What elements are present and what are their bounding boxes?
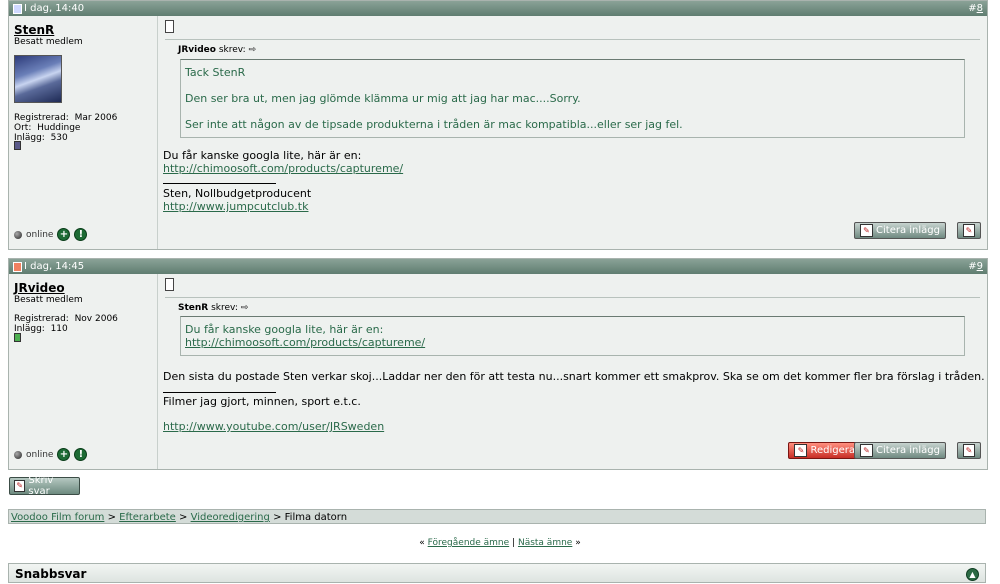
user-registered: Registrerad: Mar 2006 (14, 113, 118, 123)
breadcrumb: Voodoo Film forum > Efterarbete > Videor… (8, 509, 986, 524)
quote-line: Tack StenR (185, 66, 246, 79)
multiquote-button[interactable]: ✎ (957, 222, 981, 239)
signature-link[interactable]: http://www.youtube.com/user/JRSweden (163, 420, 384, 433)
user-title: Besatt medlem (14, 37, 83, 47)
view-post-icon[interactable]: ⇨ (241, 303, 249, 313)
quote-line: Du får kanske googla lite, här är en: (185, 323, 384, 336)
reply-icon: ✎ (14, 480, 26, 492)
online-dot-icon (14, 450, 22, 459)
username-link[interactable]: StenR (14, 23, 54, 37)
online-status: online + ! (14, 448, 88, 461)
breadcrumb-link[interactable]: Efterarbete (119, 512, 176, 523)
message-icon (165, 20, 174, 33)
post-number-link[interactable]: 8 (977, 3, 983, 14)
quote-box: Du får kanske googla lite, här är en: ht… (180, 316, 965, 356)
multiquote-icon: ✎ (963, 224, 975, 237)
view-post-icon[interactable]: ⇨ (249, 45, 257, 55)
user-info: JRvideo Besatt medlem Registrerad: Nov 2… (9, 274, 158, 469)
add-contact-icon[interactable]: + (57, 448, 71, 461)
breadcrumb-link[interactable]: Voodoo Film forum (11, 512, 104, 523)
divider (165, 297, 980, 298)
user-registered: Registrerad: Nov 2006 (14, 314, 118, 324)
post-status-icon (13, 4, 22, 14)
quote-header: StenR skrev: ⇨ (178, 303, 249, 313)
add-contact-icon[interactable]: + (57, 228, 71, 241)
message-text: Du får kanske googla lite, här är en: (163, 149, 362, 162)
quote-icon: ✎ (860, 224, 874, 237)
edit-post-button[interactable]: ✎ Redigera (788, 442, 861, 459)
message-link[interactable]: http://chimoosoft.com/products/captureme… (163, 162, 403, 175)
quick-reply-header: Snabbsvar ▲ (8, 563, 986, 583)
online-status: online + ! (14, 228, 88, 241)
previous-thread-link[interactable]: Föregående ämne (428, 538, 510, 548)
signature-link[interactable]: http://www.jumpcutclub.tk (163, 200, 308, 213)
divider (165, 39, 980, 40)
quote-header: JRvideo skrev: ⇨ (178, 45, 257, 55)
quote-box: Tack StenR Den ser bra ut, men jag glömd… (180, 59, 965, 138)
username-link[interactable]: JRvideo (14, 281, 65, 295)
avatar[interactable] (14, 55, 62, 103)
post-message: JRvideo skrev: ⇨ Tack StenR Den ser bra … (158, 16, 987, 249)
multiquote-icon: ✎ (963, 444, 975, 457)
report-icon[interactable]: ! (74, 448, 88, 461)
signature-divider (163, 392, 276, 393)
message-icon (165, 278, 174, 291)
post-8: I dag, 14:40 #8 StenR Besatt medlem Regi… (8, 0, 988, 250)
quote-line: Ser inte att någon av de tipsade produkt… (185, 118, 683, 131)
post-number: #9 (968, 261, 983, 272)
online-dot-icon (14, 230, 22, 239)
signature-text: Filmer jag gjort, minnen, sport e.t.c. (163, 395, 361, 408)
user-post-count: Inlägg: 530 (14, 133, 68, 143)
user-title: Besatt medlem (14, 295, 83, 305)
next-thread-link[interactable]: Nästa ämne (518, 538, 572, 548)
reputation-icon (14, 141, 21, 150)
post-header: I dag, 14:45 #9 (9, 259, 987, 274)
breadcrumb-link[interactable]: Videoredigering (191, 512, 270, 523)
signature-divider (163, 183, 276, 184)
user-location: Ort: Huddinge (14, 123, 81, 133)
breadcrumb-current: Filma datorn (284, 512, 348, 523)
post-date: I dag, 14:45 (24, 261, 85, 272)
post-number-link[interactable]: 9 (977, 261, 983, 272)
post-date: I dag, 14:40 (24, 3, 85, 14)
quote-icon: ✎ (860, 444, 874, 457)
signature-text: Sten, Nollbudgetproducent (163, 187, 312, 200)
quote-post-button[interactable]: ✎ Citera inlägg (854, 442, 946, 459)
quote-link[interactable]: http://chimoosoft.com/products/captureme… (185, 336, 425, 349)
report-icon[interactable]: ! (74, 228, 88, 241)
edit-icon: ✎ (794, 444, 808, 457)
user-info: StenR Besatt medlem Registrerad: Mar 200… (9, 16, 158, 249)
collapse-icon[interactable]: ▲ (966, 568, 979, 581)
post-9: I dag, 14:45 #9 JRvideo Besatt medlem Re… (8, 258, 988, 470)
post-header: I dag, 14:40 #8 (9, 1, 987, 16)
quote-line: Den ser bra ut, men jag glömde klämma ur… (185, 92, 581, 105)
post-number: #8 (968, 3, 983, 14)
message-text: Den sista du postade Sten verkar skoj...… (163, 370, 985, 383)
reputation-icon (14, 333, 21, 342)
quote-post-button[interactable]: ✎ Citera inlägg (854, 222, 946, 239)
post-message: StenR skrev: ⇨ Du får kanske googla lite… (158, 274, 987, 469)
reply-button[interactable]: ✎ Skriv svar (9, 475, 80, 497)
multiquote-button[interactable]: ✎ (957, 442, 981, 459)
post-status-icon (13, 262, 22, 272)
user-post-count: Inlägg: 110 (14, 324, 68, 334)
thread-navigation: « Föregående ämne | Nästa ämne » (419, 538, 581, 548)
